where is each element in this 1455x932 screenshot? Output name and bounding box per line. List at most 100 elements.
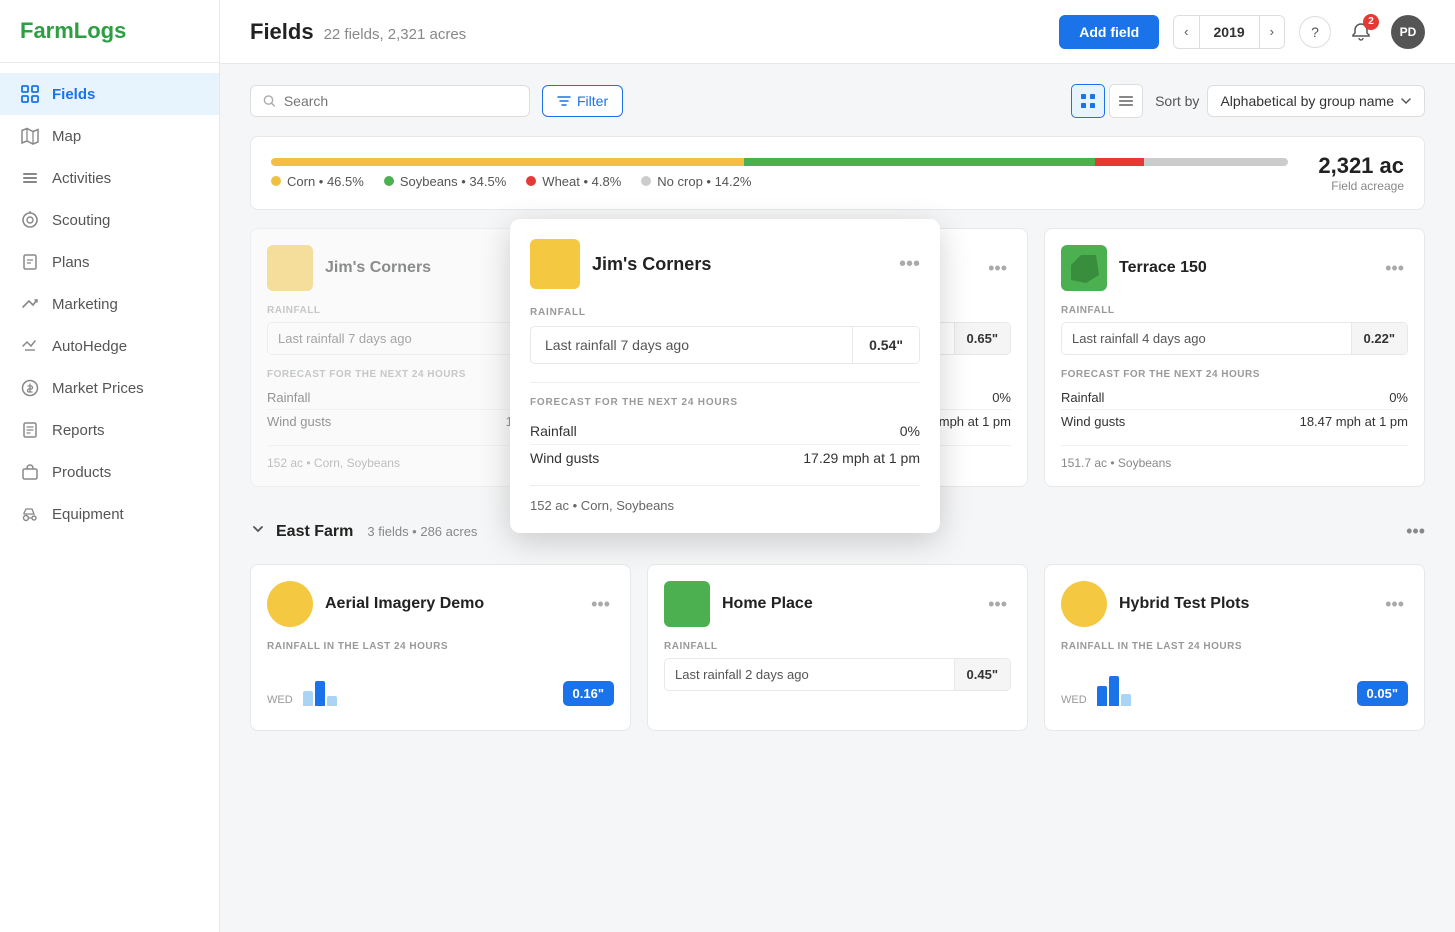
forecast-wind-row: Wind gusts 18.47 mph at 1 pm — [1061, 409, 1408, 433]
farm-group-meta: 3 fields • 286 acres — [367, 524, 477, 539]
popup-rainfall-row: Last rainfall 7 days ago 0.54" — [530, 326, 920, 364]
sidebar: FarmLogs Fields — [0, 0, 220, 932]
main-content: Fields 22 fields, 2,321 acres Add field … — [220, 0, 1455, 932]
page-title: Fields — [250, 19, 314, 45]
content-area: Filter — [220, 64, 1455, 932]
field-thumbnail — [1061, 245, 1107, 291]
sidebar-item-label: Products — [52, 464, 111, 481]
sidebar-item-plans[interactable]: Plans — [0, 241, 219, 283]
field-card-homeplace[interactable]: Home Place ••• RAINFALL Last rainfall 2 … — [647, 564, 1028, 731]
search-input[interactable] — [284, 93, 517, 109]
bar — [303, 691, 313, 706]
popup-forecast-wind-label: Wind gusts — [530, 450, 599, 466]
farm-group-more-button[interactable]: ••• — [1406, 521, 1425, 542]
rainfall-chart-row: WED 0.05" — [1061, 658, 1408, 714]
header-left: Fields 22 fields, 2,321 acres — [250, 19, 466, 45]
list-icon — [20, 168, 40, 188]
header-right: Add field ‹ 2019 › ? 2 PD — [1059, 15, 1425, 49]
sidebar-item-products[interactable]: Products — [0, 451, 219, 493]
bar — [1121, 694, 1131, 706]
farm-group-name: East Farm — [276, 523, 353, 541]
group-toggle[interactable] — [250, 521, 266, 542]
popup-card-jims-corners[interactable]: Jim's Corners ••• RAINFALL Last rainfall… — [510, 219, 940, 533]
forecast-label: FORECAST FOR THE NEXT 24 HOURS — [1061, 369, 1408, 380]
sidebar-item-autohedge[interactable]: AutoHedge — [0, 325, 219, 367]
rainfall-value: 0.65" — [954, 323, 1010, 354]
nocrop-bar — [1144, 158, 1288, 166]
chart-day-label: WED — [267, 694, 293, 706]
east-farm-fields-grid: Aerial Imagery Demo ••• RAINFALL IN THE … — [250, 564, 1425, 731]
popup-forecast-rainfall-row: Rainfall 0% — [530, 418, 920, 444]
avatar[interactable]: PD — [1391, 15, 1425, 49]
field-card-header: Hybrid Test Plots ••• — [1061, 581, 1408, 627]
sidebar-item-scouting[interactable]: Scouting — [0, 199, 219, 241]
autohedge-icon — [20, 336, 40, 356]
field-thumbnail — [267, 581, 313, 627]
sidebar-item-equipment[interactable]: Equipment — [0, 493, 219, 535]
field-card-terrace-150[interactable]: Terrace 150 ••• RAINFALL Last rainfall 4… — [1044, 228, 1425, 487]
field-more-button[interactable]: ••• — [1381, 254, 1408, 283]
field-name: Aerial Imagery Demo — [325, 595, 575, 613]
sidebar-item-label: Plans — [52, 254, 90, 271]
bar — [1109, 676, 1119, 706]
field-card-hybrid[interactable]: Hybrid Test Plots ••• RAINFALL IN THE LA… — [1044, 564, 1425, 731]
grid-view-button[interactable] — [1071, 84, 1105, 118]
bar — [315, 681, 325, 706]
view-toggle — [1071, 84, 1143, 118]
notifications-badge: 2 — [1363, 14, 1379, 30]
acreage-label: Field acreage — [1318, 179, 1404, 193]
sidebar-item-reports[interactable]: Reports — [0, 409, 219, 451]
nocrop-dot — [641, 176, 651, 186]
products-icon — [20, 462, 40, 482]
add-field-button[interactable]: Add field — [1059, 15, 1159, 49]
notifications-button[interactable]: 2 — [1345, 16, 1377, 48]
sidebar-item-map[interactable]: Map — [0, 115, 219, 157]
rainfall-label: RAINFALL IN THE LAST 24 HOURS — [267, 641, 614, 652]
content-toolbar: Filter — [250, 84, 1425, 118]
soybeans-bar — [744, 158, 1095, 166]
logo: FarmLogs — [0, 0, 219, 63]
search-icon — [263, 94, 276, 108]
field-more-button[interactable]: ••• — [587, 590, 614, 619]
rainfall-value: 0.22" — [1351, 323, 1407, 354]
field-more-button[interactable]: ••• — [984, 254, 1011, 283]
sidebar-item-fields[interactable]: Fields — [0, 73, 219, 115]
crop-legend: Corn • 46.5% Soybeans • 34.5% Wheat • 4.… — [271, 174, 1288, 189]
field-more-button[interactable]: ••• — [1381, 590, 1408, 619]
grid-icon — [20, 84, 40, 104]
rainfall-row: Last rainfall 2 days ago 0.45" — [664, 658, 1011, 691]
fields-count: 22 fields, 2,321 acres — [324, 26, 467, 43]
soybeans-dot — [384, 176, 394, 186]
sidebar-item-market-prices[interactable]: Market Prices — [0, 367, 219, 409]
sort-dropdown[interactable]: Alphabetical by group name — [1207, 85, 1425, 117]
year-next-button[interactable]: › — [1260, 16, 1284, 47]
map-icon — [20, 126, 40, 146]
forecast-rainfall-val: 0% — [1389, 390, 1408, 405]
popup-header: Jim's Corners ••• — [530, 239, 920, 289]
forecast-wind-val: 18.47 mph at 1 pm — [1300, 414, 1408, 429]
help-button[interactable]: ? — [1299, 16, 1331, 48]
corn-bar — [271, 158, 744, 166]
list-view-button[interactable] — [1109, 84, 1143, 118]
field-card-header: Home Place ••• — [664, 581, 1011, 627]
year-prev-button[interactable]: ‹ — [1174, 16, 1198, 47]
field-thumbnail — [664, 581, 710, 627]
popup-forecast-rainfall-val: 0% — [900, 423, 920, 439]
rainfall-badge: 0.16" — [563, 681, 614, 706]
sidebar-item-marketing[interactable]: Marketing — [0, 283, 219, 325]
field-card-header: Aerial Imagery Demo ••• — [267, 581, 614, 627]
sidebar-item-activities[interactable]: Activities — [0, 157, 219, 199]
popup-rainfall-value: 0.54" — [852, 327, 919, 363]
rainfall-text: Last rainfall 4 days ago — [1062, 323, 1351, 354]
sidebar-item-label: AutoHedge — [52, 338, 127, 355]
filter-button[interactable]: Filter — [542, 85, 623, 117]
forecast-rainfall-val: 0% — [992, 390, 1011, 405]
sidebar-item-label: Equipment — [52, 506, 124, 523]
field-more-button[interactable]: ••• — [984, 590, 1011, 619]
popup-more-button[interactable]: ••• — [899, 253, 920, 276]
mini-bar-chart — [303, 666, 337, 706]
field-card-aerial[interactable]: Aerial Imagery Demo ••• RAINFALL IN THE … — [250, 564, 631, 731]
marketing-icon — [20, 294, 40, 314]
field-name: Hybrid Test Plots — [1119, 595, 1369, 613]
legend-corn: Corn • 46.5% — [271, 174, 364, 189]
